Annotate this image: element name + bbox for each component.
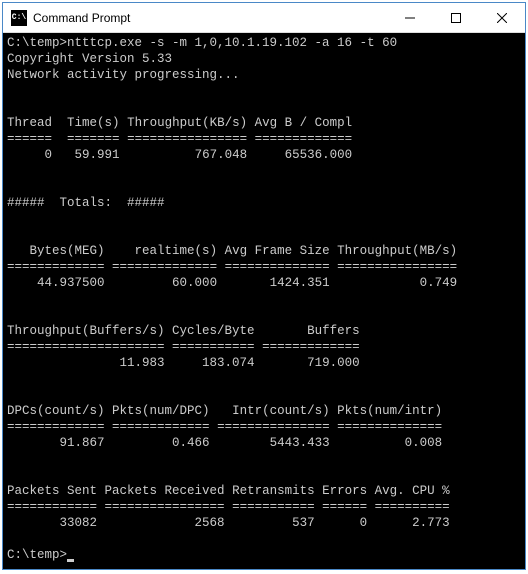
minimize-button[interactable] <box>387 3 433 32</box>
titlebar[interactable]: C:\ Command Prompt <box>3 3 525 33</box>
t1-s4: ============= <box>255 132 353 146</box>
t3-h2: Cycles/Byte <box>172 324 255 338</box>
t4-s3: =============== <box>217 420 330 434</box>
t3-s1: ===================== <box>7 340 165 354</box>
close-icon <box>497 13 507 23</box>
cmd-icon-label: C:\ <box>12 13 26 22</box>
t1-h1: Thread <box>7 116 52 130</box>
t3-c1: 11.983 <box>7 356 165 370</box>
t1-s2: ======= <box>67 132 120 146</box>
t4-h4: Pkts(num/intr) <box>337 404 442 418</box>
prompt-path: C:\temp> <box>7 36 67 50</box>
t1-c2: 59.991 <box>67 148 120 162</box>
t1-c3: 767.048 <box>127 148 247 162</box>
t4-c3: 5443.433 <box>217 436 330 450</box>
t2-c4: 0.749 <box>337 276 457 290</box>
t2-h3: Avg Frame Size <box>225 244 330 258</box>
activity-line: Network activity progressing... <box>7 68 240 82</box>
t1-c4: 65536.000 <box>255 148 353 162</box>
t5-c2: 2568 <box>105 516 225 530</box>
command-prompt-window: C:\ Command Prompt C:\temp>ntttcp.exe -s… <box>2 2 526 570</box>
t4-c2: 0.466 <box>112 436 210 450</box>
t1-c1: 0 <box>7 148 52 162</box>
t2-h1: Bytes(MEG) <box>7 244 105 258</box>
t5-h4: Errors <box>322 484 367 498</box>
t5-h5: Avg. CPU % <box>375 484 450 498</box>
t4-h2: Pkts(num/DPC) <box>112 404 210 418</box>
command-text: ntttcp.exe -s -m 1,0,10.1.19.102 -a 16 -… <box>67 36 397 50</box>
t2-c1: 44.937500 <box>7 276 105 290</box>
t4-h1: DPCs(count/s) <box>7 404 105 418</box>
t3-h3: Buffers <box>262 324 360 338</box>
window-title: Command Prompt <box>33 11 387 25</box>
t4-s2: ============= <box>112 420 210 434</box>
t5-h3: Retransmits <box>232 484 315 498</box>
t4-c4: 0.008 <box>337 436 442 450</box>
close-button[interactable] <box>479 3 525 32</box>
t2-s3: ============== <box>225 260 330 274</box>
maximize-icon <box>451 13 461 23</box>
terminal-output[interactable]: C:\temp>ntttcp.exe -s -m 1,0,10.1.19.102… <box>3 33 525 569</box>
t4-h3: Intr(count/s) <box>217 404 330 418</box>
t2-s1: ============= <box>7 260 105 274</box>
t5-s4: ====== <box>322 500 367 514</box>
t5-s5: ========== <box>375 500 450 514</box>
totals-header: ##### Totals: ##### <box>7 196 165 210</box>
t3-c3: 719.000 <box>262 356 360 370</box>
t2-c3: 1424.351 <box>225 276 330 290</box>
t5-s2: ================ <box>105 500 225 514</box>
copyright-line: Copyright Version 5.33 <box>7 52 172 66</box>
t4-s4: ============== <box>337 420 442 434</box>
t3-s3: ============= <box>262 340 360 354</box>
t5-c5: 2.773 <box>375 516 450 530</box>
t1-h4: Avg B / Compl <box>255 116 353 130</box>
t1-h3: Throughput(KB/s) <box>127 116 247 130</box>
t5-s1: ============ <box>7 500 97 514</box>
t5-h1: Packets Sent <box>7 484 97 498</box>
t4-c1: 91.867 <box>7 436 105 450</box>
prompt-end: C:\temp> <box>7 548 67 562</box>
t5-h2: Packets Received <box>105 484 225 498</box>
t3-h1: Throughput(Buffers/s) <box>7 324 165 338</box>
t1-s3: ================ <box>127 132 247 146</box>
t2-h2: realtime(s) <box>112 244 217 258</box>
cursor <box>67 559 74 562</box>
t5-s3: =========== <box>232 500 315 514</box>
t5-c4: 0 <box>322 516 367 530</box>
t5-c1: 33082 <box>7 516 97 530</box>
t2-s4: ================ <box>337 260 457 274</box>
window-controls <box>387 3 525 32</box>
t5-c3: 537 <box>232 516 315 530</box>
minimize-icon <box>405 13 415 23</box>
t2-s2: ============== <box>112 260 217 274</box>
t3-s2: =========== <box>172 340 255 354</box>
t1-h2: Time(s) <box>67 116 120 130</box>
cmd-icon: C:\ <box>11 10 27 26</box>
t3-c2: 183.074 <box>172 356 255 370</box>
t4-s1: ============= <box>7 420 105 434</box>
t2-h4: Throughput(MB/s) <box>337 244 457 258</box>
t2-c2: 60.000 <box>112 276 217 290</box>
maximize-button[interactable] <box>433 3 479 32</box>
t1-s1: ====== <box>7 132 52 146</box>
